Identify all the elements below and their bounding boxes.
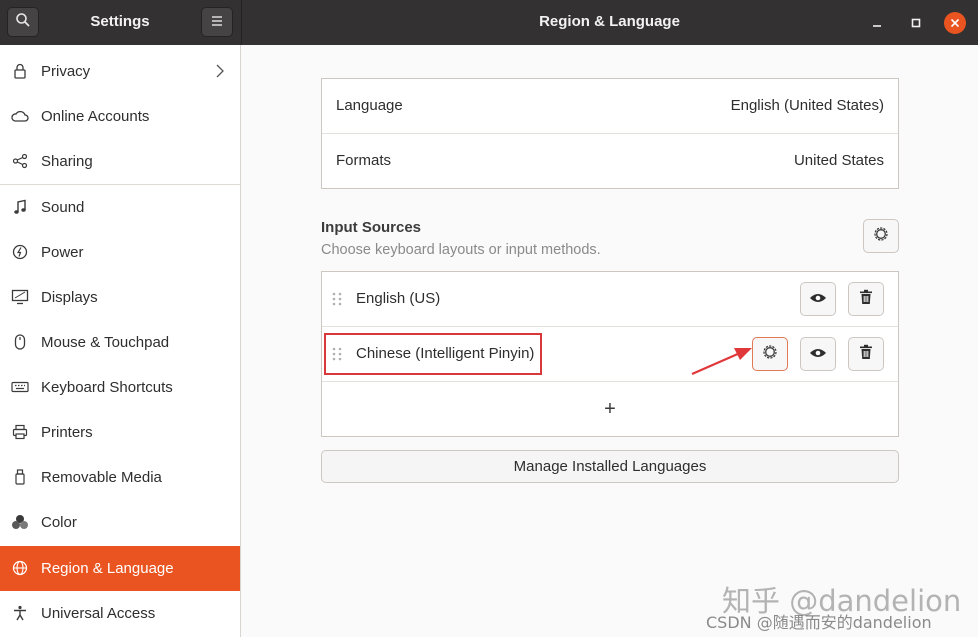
keyboard-icon: [11, 378, 29, 396]
trash-icon: [859, 344, 873, 364]
mouse-icon: [11, 333, 29, 351]
sidebar-item-mouse-touchpad[interactable]: Mouse & Touchpad: [0, 320, 240, 365]
annotation-highlight-box: [324, 333, 542, 375]
close-icon: [950, 15, 960, 32]
settings-title: Settings: [90, 13, 150, 30]
minimize-icon: [872, 15, 882, 32]
globe-icon: [11, 559, 29, 577]
add-icon: +: [604, 398, 616, 420]
sidebar-item-printers[interactable]: Printers: [0, 410, 240, 455]
input-sources-subtitle: Choose keyboard layouts or input methods…: [321, 242, 601, 258]
usb-icon: [11, 468, 29, 486]
manage-installed-languages-button[interactable]: Manage Installed Languages: [321, 450, 899, 483]
preview-layout-button-chinese[interactable]: [800, 337, 836, 371]
drag-handle-icon[interactable]: [332, 292, 342, 306]
preview-layout-button-english[interactable]: [800, 282, 836, 316]
sidebar-item-label: Displays: [41, 289, 98, 306]
hamburger-menu-icon: [210, 14, 224, 31]
sidebar-item-universal-access[interactable]: Universal Access: [0, 591, 240, 636]
sidebar-item-privacy[interactable]: Privacy: [0, 49, 240, 94]
sidebar-item-label: Printers: [41, 424, 93, 441]
language-row[interactable]: Language English (United States): [322, 79, 898, 134]
search-icon: [15, 12, 31, 32]
sidebar-item-label: Online Accounts: [41, 108, 150, 125]
eye-icon: [809, 291, 827, 308]
sidebar-item-label: Mouse & Touchpad: [41, 334, 170, 351]
sidebar-item-sound[interactable]: Sound: [0, 185, 240, 230]
formats-row[interactable]: Formats United States: [322, 134, 898, 189]
maximize-button[interactable]: [905, 12, 927, 34]
header-bar: Settings Region & Language: [0, 0, 978, 45]
maximize-icon: [911, 15, 921, 32]
sidebar-item-removable-media[interactable]: Removable Media: [0, 455, 240, 500]
sidebar-item-label: Sharing: [41, 153, 93, 170]
sidebar-item-label: Universal Access: [41, 605, 156, 622]
search-button[interactable]: [7, 7, 39, 37]
display-icon: [11, 288, 29, 306]
close-button[interactable]: [944, 12, 966, 34]
sidebar-item-label: Removable Media: [41, 469, 162, 486]
share-icon: [11, 152, 29, 170]
sidebar-item-keyboard-shortcuts[interactable]: Keyboard Shortcuts: [0, 365, 240, 410]
sidebar-item-label: Privacy: [41, 63, 91, 80]
watermark-csdn: CSDN @随遇而安的dandelion: [706, 613, 932, 632]
sidebar-item-label: Color: [41, 514, 77, 531]
gear-icon: [761, 343, 779, 365]
language-value: English (United States): [730, 97, 884, 114]
cloud-icon: [11, 107, 29, 125]
music-note-icon: [11, 198, 29, 216]
color-icon: [11, 513, 29, 531]
menu-button[interactable]: [201, 7, 233, 37]
printer-icon: [11, 423, 29, 441]
sidebar-header: Settings: [0, 0, 242, 45]
language-label: Language: [336, 97, 403, 114]
sidebar-item-label: Power: [41, 244, 84, 261]
eye-icon: [809, 346, 827, 363]
formats-value: United States: [793, 152, 884, 169]
sidebar-item-displays[interactable]: Displays: [0, 275, 240, 320]
annotation-arrow-icon: [691, 348, 752, 376]
input-source-label: English (US): [356, 290, 441, 307]
minimize-button[interactable]: [866, 12, 888, 34]
manage-languages-label: Manage Installed Languages: [513, 458, 707, 475]
remove-input-source-button-chinese[interactable]: [848, 337, 884, 371]
add-input-source-button[interactable]: +: [322, 382, 898, 437]
input-sources-options-button[interactable]: [863, 219, 899, 253]
accessibility-icon: [11, 604, 29, 622]
sidebar-item-label: Keyboard Shortcuts: [41, 379, 173, 396]
region-card: Language English (United States) Formats…: [321, 78, 899, 189]
sidebar-item-label: Sound: [41, 199, 85, 216]
sidebar-item-sharing[interactable]: Sharing: [0, 139, 240, 184]
formats-label: Formats: [336, 152, 392, 169]
remove-input-source-button-english[interactable]: [848, 282, 884, 316]
sidebar-item-online-accounts[interactable]: Online Accounts: [0, 94, 240, 139]
power-icon: [11, 243, 29, 261]
gear-icon: [872, 225, 890, 247]
sidebar: Privacy Online Accounts Sharing Sound Po…: [0, 45, 241, 637]
sidebar-item-color[interactable]: Color: [0, 500, 240, 545]
sidebar-item-label: Region & Language: [41, 560, 174, 577]
input-sources-title: Input Sources: [321, 219, 422, 236]
lock-icon: [11, 62, 29, 80]
trash-icon: [859, 289, 873, 309]
sidebar-item-region-language[interactable]: Region & Language: [0, 546, 240, 591]
chevron-right-icon: [216, 64, 224, 82]
sidebar-item-power[interactable]: Power: [0, 230, 240, 275]
